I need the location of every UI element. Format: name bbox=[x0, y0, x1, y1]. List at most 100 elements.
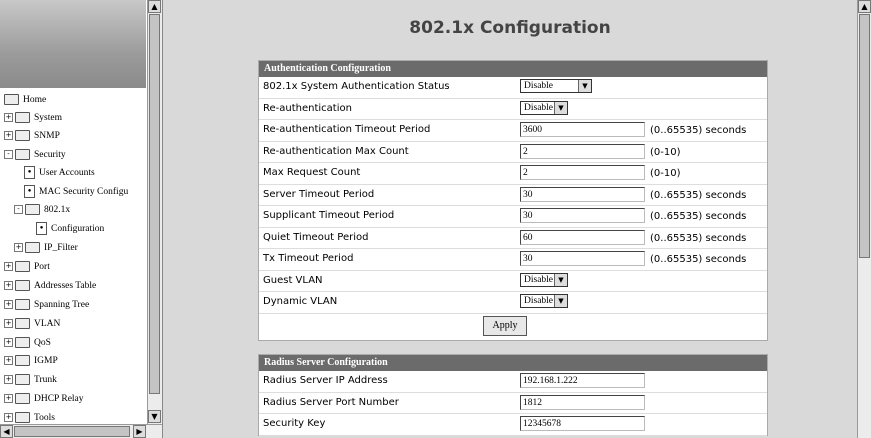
tree-item-8021x[interactable]: - 802.1x bbox=[14, 201, 70, 219]
main-content: 802.1x Configuration Authentication Conf… bbox=[163, 0, 871, 438]
tree-item-port[interactable]: + Port bbox=[4, 258, 50, 276]
tree-label: SNMP bbox=[34, 131, 60, 141]
navigation-sidebar: Home + System + SNMP - Security ● User Accou… bbox=[0, 0, 163, 438]
dynamic-vlan-select[interactable]: Disable ▼ bbox=[520, 294, 568, 308]
scroll-right-arrow-icon[interactable]: ▶ bbox=[133, 425, 146, 438]
field-label: Security Key bbox=[263, 418, 326, 429]
tree-item-configuration[interactable]: ● Configuration bbox=[36, 220, 104, 238]
tree-label: VLAN bbox=[34, 319, 61, 329]
tree-item-ip-filter[interactable]: + IP_Filter bbox=[14, 239, 78, 257]
radius-ip-input[interactable]: 192.168.1.222 bbox=[520, 373, 645, 388]
page-icon: ● bbox=[24, 185, 35, 199]
form-row: Quiet Timeout Period 60 (0..65535) secon… bbox=[259, 228, 767, 249]
scroll-up-arrow-icon[interactable]: ▲ bbox=[148, 0, 161, 13]
folder-open-icon bbox=[25, 204, 40, 216]
field-label: 802.1x System Authentication Status bbox=[263, 81, 450, 92]
collapse-icon[interactable]: - bbox=[4, 150, 13, 160]
tree-item-spanning-tree[interactable]: + Spanning Tree bbox=[4, 296, 89, 314]
tree-item-security[interactable]: - Security bbox=[4, 146, 66, 164]
tree-label: Home bbox=[23, 95, 47, 105]
tree-label: 802.1x bbox=[44, 205, 71, 215]
form-row: Server Timeout Period 30 (0..65535) seco… bbox=[259, 185, 767, 206]
radius-port-input[interactable]: 1812 bbox=[520, 394, 645, 410]
tree-label: DHCP Relay bbox=[34, 394, 84, 404]
tree-item-mac-security[interactable]: ● MAC Security Configu bbox=[24, 183, 128, 201]
tree-item-qos[interactable]: + QoS bbox=[4, 334, 51, 352]
folder-icon bbox=[15, 299, 30, 311]
reauth-timeout-input[interactable]: 3600 bbox=[520, 122, 645, 137]
expand-icon[interactable]: + bbox=[4, 319, 13, 329]
guest-vlan-select[interactable]: Disable ▼ bbox=[520, 272, 568, 287]
security-key-input[interactable]: 12345678 bbox=[520, 416, 645, 431]
tree-item-system[interactable]: + System bbox=[4, 109, 62, 127]
quiet-timeout-input[interactable]: 60 bbox=[520, 229, 645, 245]
tree-item-igmp[interactable]: + IGMP bbox=[4, 352, 58, 370]
tree-item-snmp[interactable]: + SNMP bbox=[4, 127, 60, 145]
expand-icon[interactable]: + bbox=[4, 356, 13, 366]
folder-icon bbox=[15, 374, 30, 386]
tree-item-vlan[interactable]: + VLAN bbox=[4, 315, 60, 333]
folder-icon bbox=[15, 393, 30, 405]
sidebar-scroll-thumb[interactable] bbox=[149, 14, 160, 394]
expand-icon[interactable]: + bbox=[4, 113, 13, 123]
apply-row: Apply bbox=[259, 313, 767, 340]
chevron-down-icon: ▼ bbox=[554, 101, 567, 114]
chevron-down-icon: ▼ bbox=[554, 295, 567, 307]
tx-timeout-input[interactable]: 30 bbox=[520, 251, 645, 266]
form-row: Tx Timeout Period 30 (0..65535) seconds bbox=[259, 249, 767, 271]
authentication-status-select[interactable]: Disable ▼ bbox=[520, 79, 592, 93]
tree-label: Security bbox=[34, 150, 66, 160]
server-timeout-input[interactable]: 30 bbox=[520, 186, 645, 202]
tree-label: MAC Security Configu bbox=[39, 187, 129, 197]
field-label: Server Timeout Period bbox=[263, 188, 375, 200]
tree-label: Addresses Table bbox=[34, 281, 97, 291]
tree-label: QoS bbox=[34, 338, 51, 348]
logo-banner bbox=[0, 0, 146, 88]
expand-icon[interactable]: + bbox=[4, 394, 13, 404]
tree-label: IP_Filter bbox=[44, 243, 78, 253]
scroll-down-arrow-icon[interactable]: ▼ bbox=[148, 410, 161, 423]
expand-icon[interactable]: + bbox=[4, 300, 13, 310]
max-request-count-input[interactable]: 2 bbox=[520, 165, 645, 180]
sidebar-horizontal-scrollbar[interactable]: ◀ ▶ bbox=[0, 424, 162, 438]
sidebar-vertical-scrollbar[interactable]: ▲ ▼ bbox=[147, 0, 162, 424]
sidebar-hscroll-thumb[interactable] bbox=[14, 426, 130, 437]
main-vertical-scrollbar[interactable]: ▲ bbox=[857, 0, 871, 438]
field-label: Re-authentication Timeout Period bbox=[263, 124, 431, 135]
panel-header: Radius Server Configuration bbox=[259, 355, 767, 371]
field-label: Supplicant Timeout Period bbox=[263, 210, 395, 221]
field-label: Max Request Count bbox=[263, 167, 361, 178]
expand-icon[interactable]: + bbox=[4, 338, 13, 348]
scroll-up-arrow-icon[interactable]: ▲ bbox=[858, 0, 871, 13]
expand-icon[interactable]: + bbox=[14, 243, 23, 253]
expand-icon[interactable]: + bbox=[4, 413, 13, 423]
tree-item-user-accounts[interactable]: ● User Accounts bbox=[24, 164, 95, 182]
chevron-down-icon: ▼ bbox=[578, 80, 591, 92]
form-row: Security Key 12345678 bbox=[259, 414, 767, 436]
tree-label: Tools bbox=[34, 413, 55, 423]
field-label: Quiet Timeout Period bbox=[263, 231, 369, 243]
authentication-panel: Authentication Configuration 802.1x Syst… bbox=[258, 60, 768, 341]
tree-label: Configuration bbox=[51, 224, 105, 234]
folder-icon bbox=[15, 280, 30, 292]
reauth-max-count-input[interactable]: 2 bbox=[520, 143, 645, 159]
tree-item-addresses-table[interactable]: + Addresses Table bbox=[4, 277, 96, 295]
apply-button[interactable]: Apply bbox=[483, 315, 527, 336]
scroll-left-arrow-icon[interactable]: ◀ bbox=[0, 425, 13, 438]
field-label: Tx Timeout Period bbox=[263, 253, 354, 264]
tree-item-home[interactable]: Home bbox=[4, 91, 46, 109]
collapse-icon[interactable]: - bbox=[14, 205, 23, 215]
reauthentication-select[interactable]: Disable ▼ bbox=[520, 100, 568, 115]
page-title: 802.1x Configuration bbox=[409, 18, 611, 38]
supplicant-timeout-input[interactable]: 30 bbox=[520, 208, 645, 223]
main-scroll-thumb[interactable] bbox=[859, 14, 870, 258]
expand-icon[interactable]: + bbox=[4, 262, 13, 272]
range-hint: (0-10) bbox=[650, 146, 681, 158]
expand-icon[interactable]: + bbox=[4, 131, 13, 141]
chevron-down-icon: ▼ bbox=[554, 273, 567, 286]
expand-icon[interactable]: + bbox=[4, 375, 13, 385]
tree-item-dhcp-relay[interactable]: + DHCP Relay bbox=[4, 390, 84, 408]
tree-item-trunk[interactable]: + Trunk bbox=[4, 371, 57, 389]
folder-icon bbox=[15, 337, 30, 349]
expand-icon[interactable]: + bbox=[4, 281, 13, 291]
